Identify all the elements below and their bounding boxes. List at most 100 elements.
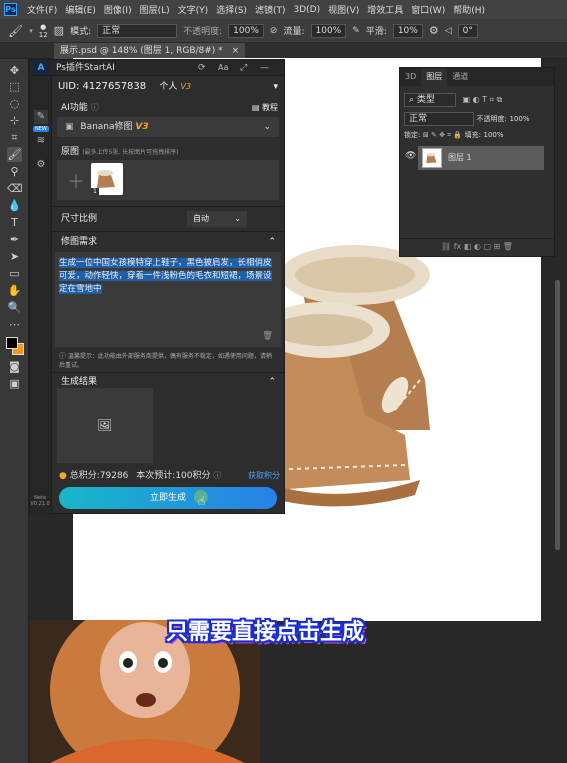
image-icon: ▣ [65,122,74,132]
search-icon: ⌕ [409,95,415,105]
chevron-down-icon[interactable]: ▾ [29,27,33,35]
flow-input[interactable]: 100% [310,23,347,38]
tab-layers[interactable]: 图层 [421,68,448,86]
pressure-opacity-icon[interactable]: ⊘ [270,26,278,36]
pen-tool-icon[interactable]: ✒ [7,232,22,247]
layer-kind-value: 类型 [416,95,435,105]
vertical-scrollbar[interactable] [555,280,560,550]
rectangle-tool-icon[interactable]: ▭ [7,266,22,281]
neta-version: Neta V0.21.0 [29,495,51,510]
brush-tool-icon[interactable]: 🖌 [8,24,23,38]
brush-dot-icon: ● [40,22,47,31]
menu-help[interactable]: 帮助(H) [449,3,489,16]
refresh-icon[interactable]: ⟳ [198,60,206,76]
menu-view[interactable]: 视图(V) [324,3,363,16]
earn-points-link[interactable]: 获取积分 [248,468,280,484]
uploaded-thumbnail[interactable]: 1 [91,163,123,195]
gear-icon[interactable]: ⚙ [429,24,439,37]
move-tool-icon[interactable]: ✥ [7,63,22,78]
crop-tool-icon[interactable]: ⌗ [7,130,22,145]
menu-3d[interactable]: 3D(D) [289,5,324,15]
layer-filter-row: ⌕ 类型 ▣ ◐ T ⌗ ⧉ [400,93,554,107]
info-icon[interactable]: ⓘ [213,471,221,480]
lasso-tool-icon[interactable]: ◌ [7,96,22,111]
blur-tool-icon[interactable]: 💧 [7,198,22,213]
plugin-body: UID: 4127657838 个人 V3 ▾ AI功能 ⓘ ▤ 教程 ▣ Ba… [53,76,284,514]
book-icon: ▤ [251,103,260,112]
screen-mode-icon[interactable]: ▣ [7,376,22,391]
document-tab[interactable]: 展示.psd @ 148% (图层 1, RGB/8#) * × [54,43,246,59]
info-icon[interactable]: ⓘ [91,103,99,112]
trash-icon[interactable]: 🗑 [262,330,273,343]
filter-icons[interactable]: ▣ ◐ T ⌗ ⧉ [463,95,503,104]
type-tool-icon[interactable]: T [7,215,22,230]
menu-filter[interactable]: 滤镜(T) [251,3,290,16]
tab-channels[interactable]: 通道 [447,68,473,86]
opacity-label: 不透明度: [183,27,223,37]
layer-action-icons[interactable]: ⛓ fx ◧ ◐ ▢ ⊞ 🗑 [441,242,513,251]
font-icon[interactable]: Aa [218,60,228,76]
artboard-tool-icon[interactable]: ⬚ [7,79,22,94]
close-icon[interactable]: × [232,46,240,56]
plugin-title-bar: Ps插件StartAI ⟳ Aa ⤢ — [30,60,284,76]
quick-select-tool-icon[interactable]: ⊹ [7,113,22,128]
account-type[interactable]: 个人 [159,82,177,92]
hand-tool-icon[interactable]: ✋ [7,283,22,298]
menu-type[interactable]: 文字(Y) [174,3,213,16]
chevron-up-icon[interactable]: ⌃ [268,373,276,391]
layers-stack-icon[interactable]: ≋ [34,134,48,148]
add-image-button[interactable]: ＋ [67,168,85,194]
ai-function-row: AI功能 ⓘ ▤ 教程 [53,101,284,115]
version-badge: V3 [180,82,192,91]
cursor-pointer-icon: ☝ [192,490,208,510]
layer-kind-select[interactable]: ⌕ 类型 [404,93,456,107]
menu-plugins[interactable]: 增效工具 [363,3,407,16]
opacity-input[interactable]: 100% [228,23,264,38]
angle-input[interactable]: 0° [457,23,478,38]
brush-tool-icon[interactable]: 🖌 [7,147,22,162]
menu-select[interactable]: 选择(S) [212,3,251,16]
mode-select[interactable]: 正常 [97,23,178,38]
retouch-brush-icon[interactable]: ✎ [34,110,48,124]
lock-icons[interactable]: ⊠ ✎ ✥ ⌗ 🔒 [423,131,462,139]
layer-opacity-value[interactable]: 100% [509,115,529,123]
smoothing-input[interactable]: 10% [392,23,423,38]
subtitle-caption: 只需要直接点击生成 [166,620,365,645]
generate-button[interactable]: 立即生成 [59,487,277,509]
chevron-up-icon[interactable]: ⌃ [268,232,276,252]
foreground-color-swatch[interactable] [6,337,18,349]
layer-thumbnail [422,148,442,168]
layer-boot-icon [426,152,437,164]
ai-function-select[interactable]: ▣ Banana修图 V3 ⌄ [57,117,279,137]
chevron-down-icon[interactable]: ▾ [273,79,278,95]
brush-size-preview[interactable]: ● 12 [39,23,48,39]
airbrush-icon[interactable]: ✎ [352,26,360,36]
prompt-textarea[interactable]: 生成一位中国女孩模特穿上鞋子，黑色披肩发，长相俏皮可爱，动作轻快，穿着一件浅粉色… [55,252,281,347]
eraser-tool-icon[interactable]: ⌫ [7,181,23,196]
menu-file[interactable]: 文件(F) [23,3,61,16]
fill-value[interactable]: 100% [484,131,504,139]
layer-row[interactable]: 👁 图层 1 [405,146,544,170]
tab-3d[interactable]: 3D [400,68,421,86]
ratio-select[interactable]: 自动 ⌄ [187,211,247,227]
more-tools-icon[interactable]: ⋯ [7,317,22,332]
minimize-icon[interactable]: — [260,60,269,76]
uid-text: UID: 4127657838 [58,81,147,92]
visibility-eye-icon[interactable]: 👁 [405,151,416,161]
blend-mode-select[interactable]: 正常 [404,112,474,126]
layers-bottom-bar: ⛓ fx ◧ ◐ ▢ ⊞ 🗑 [400,238,554,254]
zoom-tool-icon[interactable]: 🔍 [7,300,22,315]
tutorial-link[interactable]: ▤ 教程 [252,101,278,115]
path-select-tool-icon[interactable]: ➤ [7,249,22,264]
brush-panel-icon[interactable]: ▨ [54,24,64,37]
expand-icon[interactable]: ⤢ [240,60,247,76]
prompt-text: 生成一位中国女孩模特穿上鞋子，黑色披肩发，长相俏皮可爱，动作轻快，穿着一件浅粉色… [59,258,272,294]
menu-layer[interactable]: 图层(L) [136,3,174,16]
settings-gear-icon[interactable]: ⚙ [34,158,48,172]
menu-window[interactable]: 窗口(W) [407,3,449,16]
thumbnail-index: 1 [91,188,99,195]
menu-image[interactable]: 图像(I) [100,3,136,16]
quick-mask-icon[interactable]: ◙ [7,359,22,374]
stamp-tool-icon[interactable]: ⚲ [7,164,22,179]
menu-edit[interactable]: 编辑(E) [61,3,100,16]
